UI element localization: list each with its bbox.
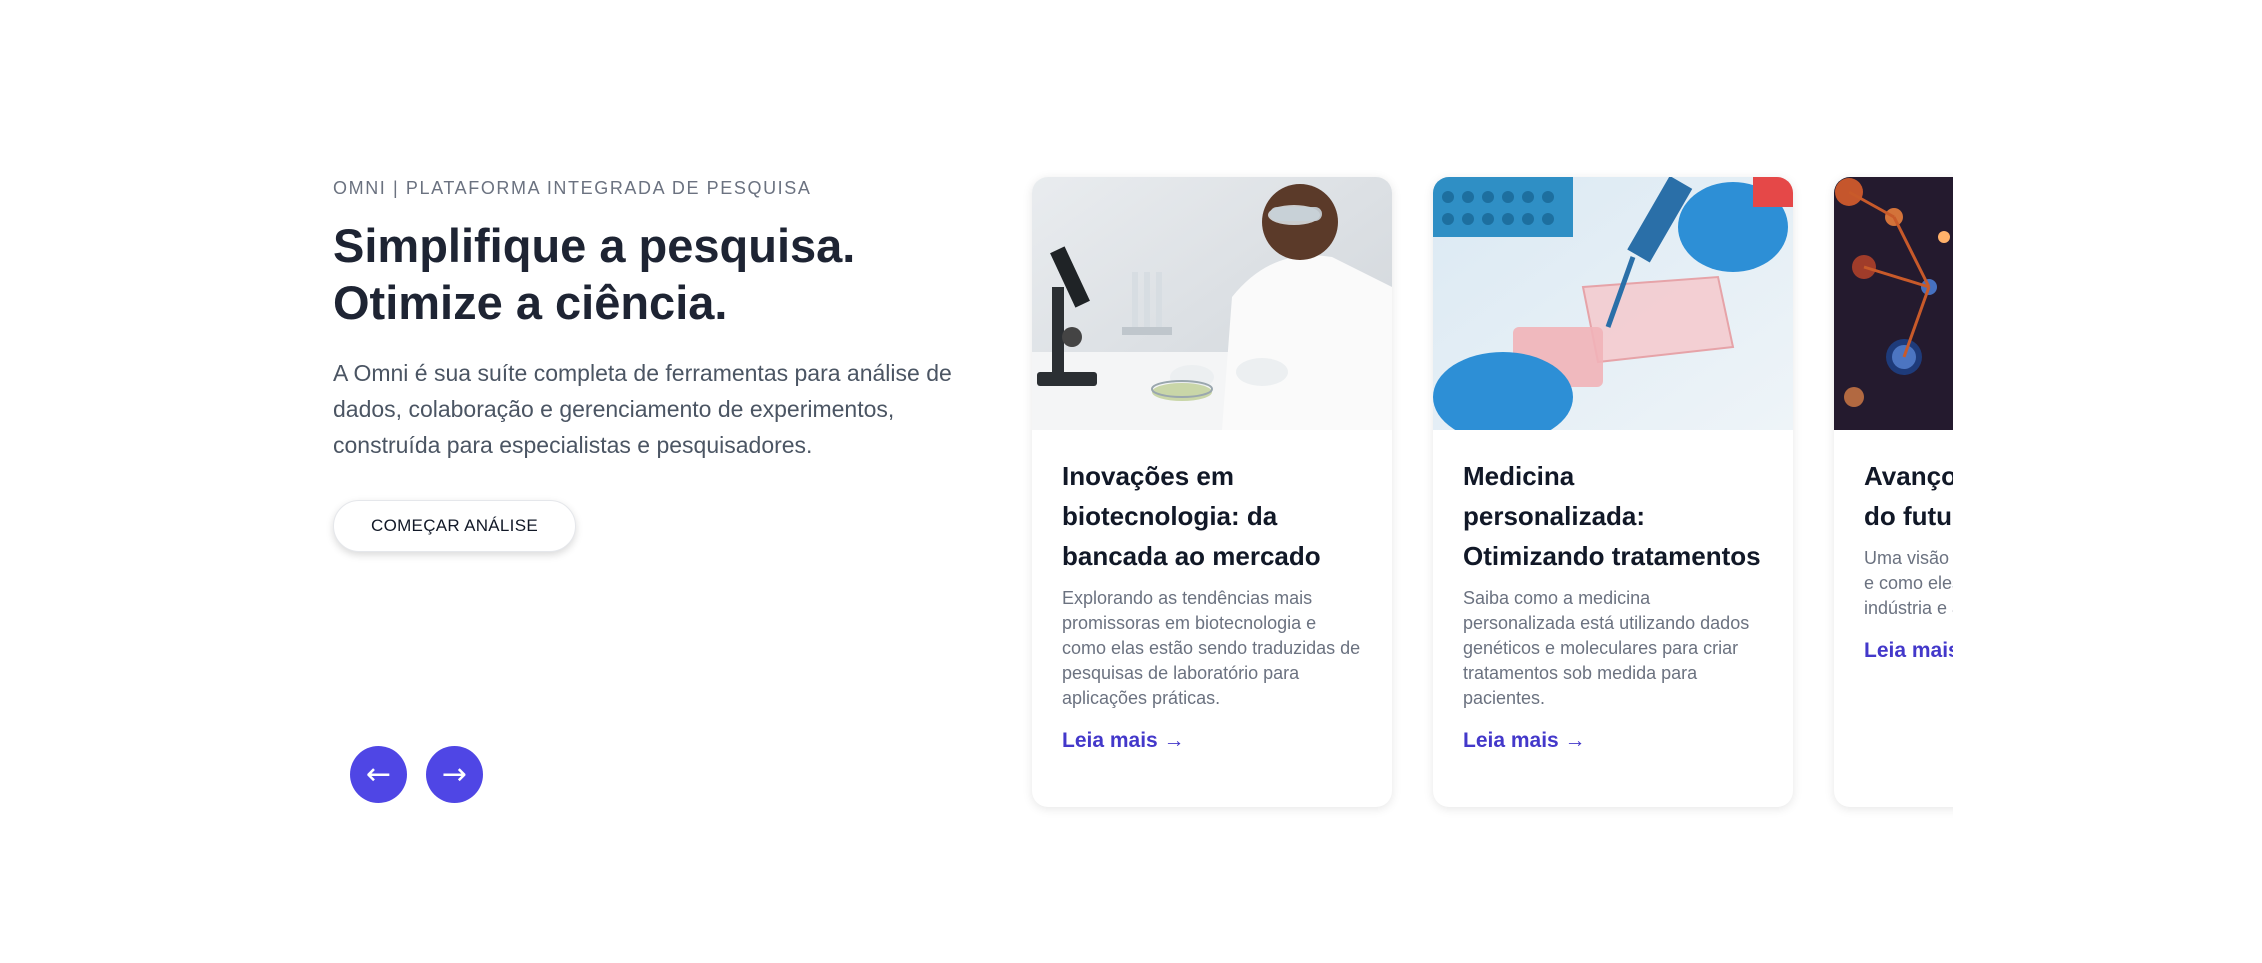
article-card[interactable]: Medicina personalizada: Otimizando trata… — [1433, 177, 1793, 807]
start-analysis-button[interactable]: COMEÇAR ANÁLISE — [333, 500, 576, 552]
card-body: Medicina personalizada: Otimizando trata… — [1433, 430, 1793, 753]
read-more-link[interactable]: Leia mais → — [1864, 639, 1953, 662]
article-card[interactable]: Inovações em biotecnologia: da bancada a… — [1032, 177, 1392, 807]
arrow-right-icon: → — [441, 757, 468, 792]
hero-headline: Simplifique a pesquisa. Otimize a ciênci… — [333, 217, 993, 331]
card-title: Avanços em materiais do futuro — [1864, 461, 1953, 531]
headline-line-2: Otimize a ciência. — [333, 276, 728, 329]
hero-eyebrow: OMNI | PLATAFORMA INTEGRADA DE PESQUISA — [333, 178, 812, 198]
card-excerpt: Uma visão dos avanços em materiais e com… — [1864, 548, 1953, 618]
headline-line-1: Simplifique a pesquisa. — [333, 219, 856, 272]
arrow-left-icon: ← — [365, 757, 392, 792]
read-more-link[interactable]: Leia mais → — [1463, 729, 1586, 752]
page: OMNI | PLATAFORMA INTEGRADA DE PESQUISA … — [0, 0, 2262, 963]
card-excerpt: Saiba como a medicina personalizada está… — [1463, 588, 1750, 708]
carousel-next-button[interactable]: → — [426, 746, 483, 803]
article-carousel: Inovações em biotecnologia: da bancada a… — [1020, 165, 1953, 825]
card-title: Medicina personalizada: Otimizando trata… — [1463, 461, 1761, 571]
scientist-microscope-photo — [1032, 177, 1392, 430]
card-excerpt: Explorando as tendências mais promissora… — [1062, 588, 1361, 708]
article-card[interactable]: Avanços em materiais do futuro Uma visão… — [1834, 177, 1953, 807]
read-more-link[interactable]: Leia mais → — [1062, 729, 1185, 752]
pipette-lab-photo — [1433, 177, 1793, 430]
hero-section: OMNI | PLATAFORMA INTEGRADA DE PESQUISA … — [333, 178, 993, 463]
hero-description: A Omni é sua suíte completa de ferrament… — [333, 360, 952, 458]
carousel-prev-button[interactable]: ← — [350, 746, 407, 803]
card-body: Inovações em biotecnologia: da bancada a… — [1032, 430, 1392, 753]
card-title: Inovações em biotecnologia: da bancada a… — [1062, 461, 1321, 571]
molecular-structure-photo — [1834, 177, 1953, 430]
card-body: Avanços em materiais do futuro Uma visão… — [1834, 430, 1953, 663]
